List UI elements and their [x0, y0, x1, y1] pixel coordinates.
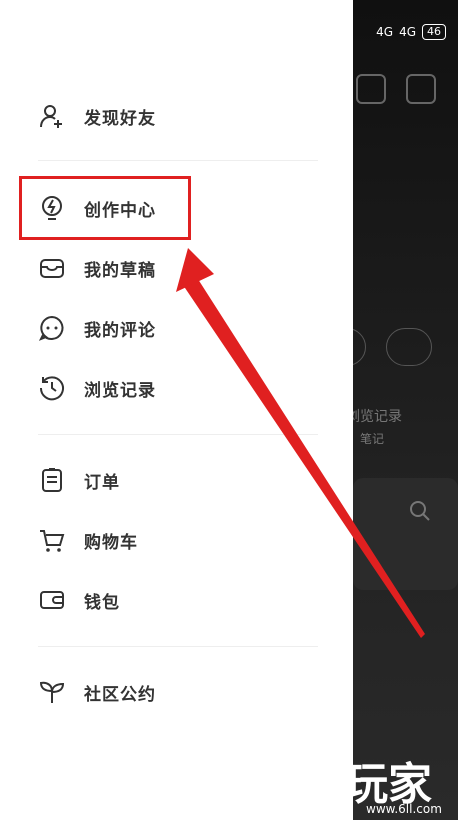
annotation-arrow	[176, 248, 425, 638]
watermark-url: www.6ll.com	[366, 802, 442, 816]
